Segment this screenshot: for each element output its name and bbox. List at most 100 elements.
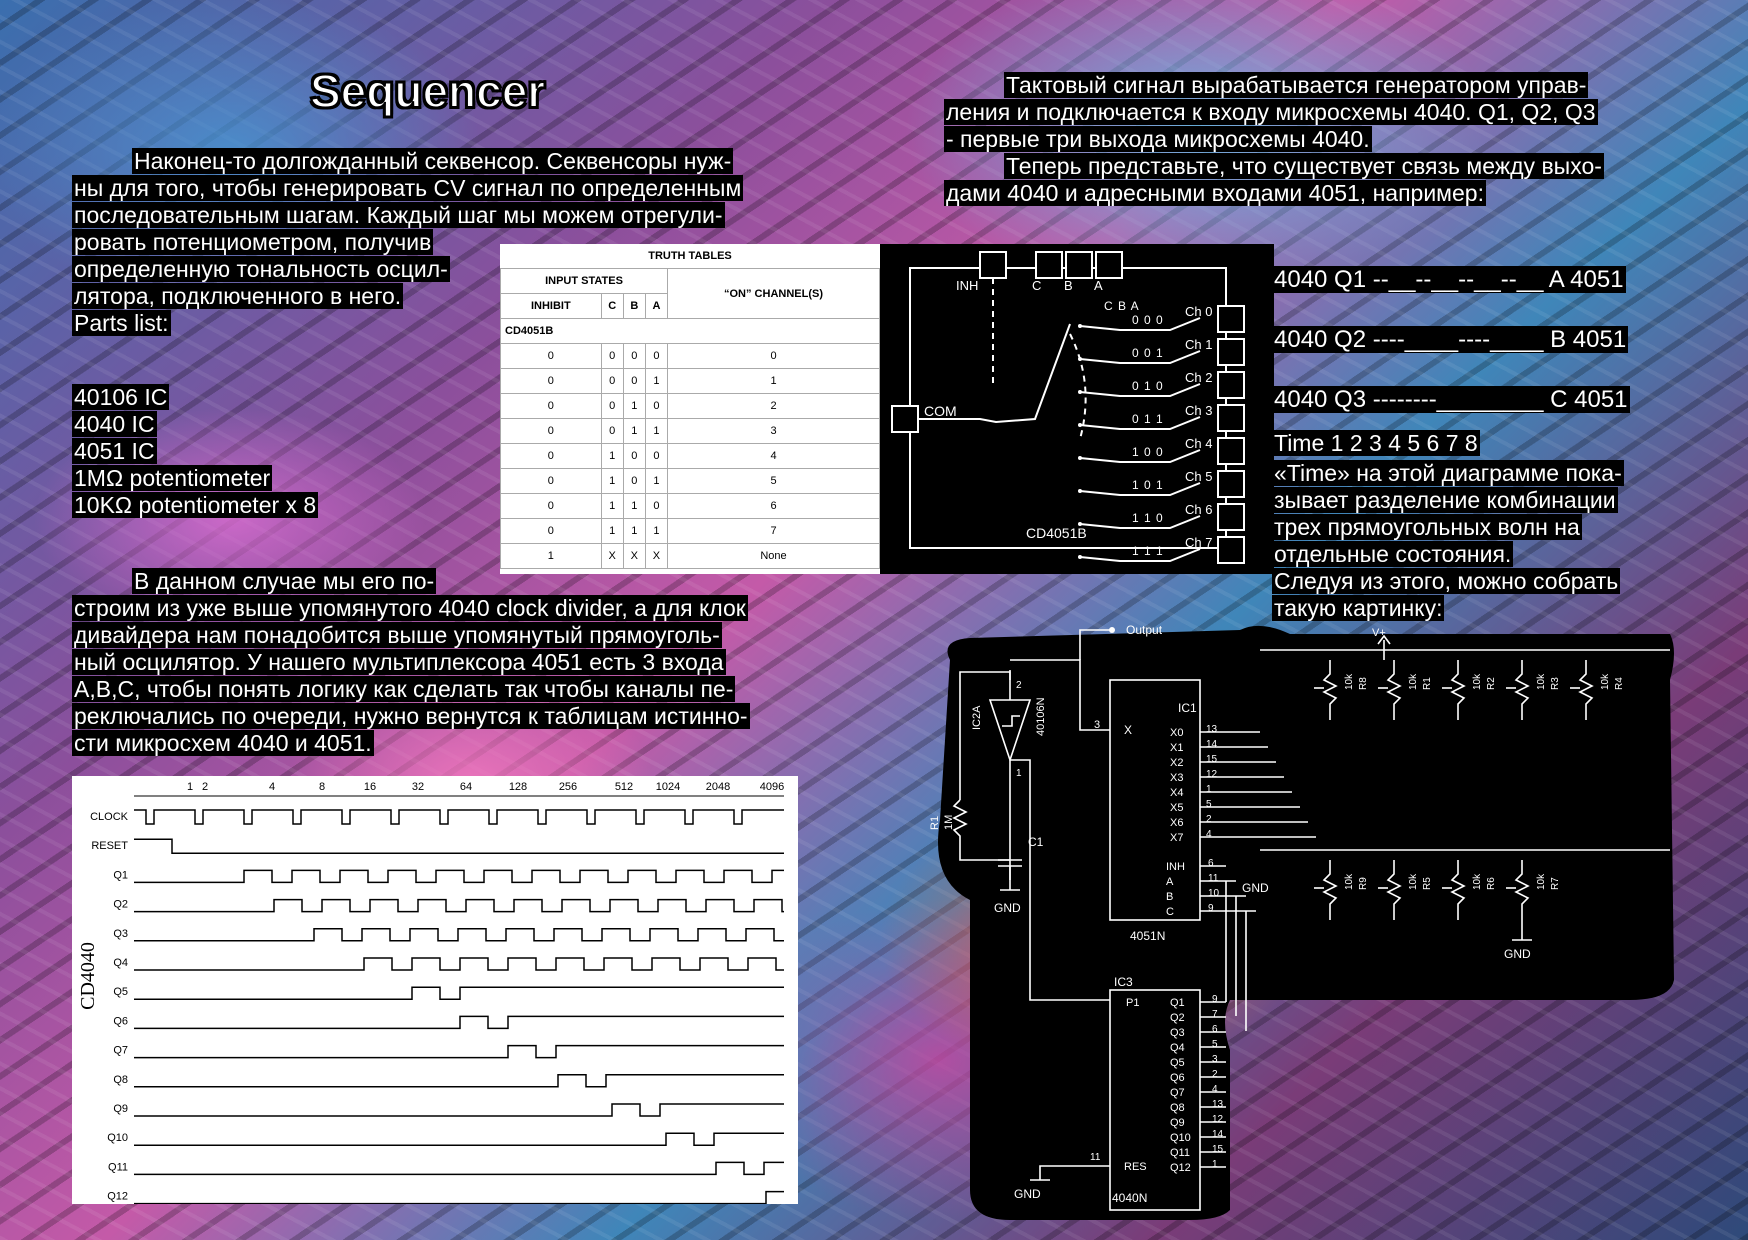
table-cell: 1 [600, 518, 624, 544]
text-line-content: 4040 Q1 --__--__--__--__ A 4051 [1272, 266, 1626, 293]
a-header: A [644, 293, 669, 319]
text-line: ления и подключается к входу микросхемы … [944, 99, 1674, 126]
table-cell: X [600, 543, 624, 569]
inh-label: INH [956, 278, 978, 293]
pot-value: 10k [1344, 873, 1355, 890]
table-cell: 0 [500, 418, 602, 444]
ic3-output-pin: Q8 [1170, 1102, 1185, 1114]
text-line: Теперь представьте, что существует связь… [944, 153, 1674, 180]
table-cell: 0 [644, 343, 669, 369]
ic1-ctrl-num: 11 [1208, 873, 1219, 884]
ic3-output-num: 13 [1212, 1099, 1224, 1110]
signal-label: Q6 [113, 1015, 128, 1027]
ic3-output-num: 2 [1212, 1069, 1218, 1080]
text-line: Следуя из этого, можно собрать [1272, 568, 1692, 595]
truth-table-title: TRUTH TABLES [648, 250, 732, 262]
ic3-output-pin: Q6 [1170, 1072, 1185, 1084]
table-cell: 0 [500, 368, 602, 394]
ic3-output-pin: Q2 [1170, 1012, 1185, 1024]
count-label: 128 [509, 781, 527, 793]
table-cell: X [644, 543, 669, 569]
channel-code: 0 0 0 [1132, 313, 1164, 327]
table-cell: 1 [644, 518, 669, 544]
table-cell: 1 [500, 543, 602, 569]
ic3-output-num: 1 [1212, 1159, 1218, 1170]
signal-label: Q10 [107, 1132, 128, 1144]
count-label: 32 [412, 781, 424, 793]
ic1-ctrl-num: 10 [1208, 888, 1220, 899]
text-line: A,B,C, чтобы понять логику как сделать т… [72, 676, 802, 703]
text-line-content: ны для того, чтобы генерировать CV сигна… [72, 175, 744, 201]
ic3-output-num: 5 [1212, 1039, 1218, 1050]
count-label: 512 [615, 781, 633, 793]
input-states-header: INPUT STATES [499, 268, 669, 294]
table-cell: 0 [600, 393, 624, 419]
text-line: ны для того, чтобы генерировать CV сигна… [72, 175, 798, 202]
ic3-p1: P1 [1126, 997, 1139, 1009]
channel-pin-box [1217, 371, 1245, 399]
channel-label: Ch 7 [1185, 535, 1212, 550]
text-line: дивайдера нам понадобится выше упомянуты… [72, 622, 802, 649]
signal-label: CLOCK [90, 811, 129, 823]
ic2-label: IC2A [971, 705, 983, 730]
text-line-content: Следуя из этого, можно собрать [1272, 568, 1621, 594]
chip-outline [909, 267, 1227, 549]
table-cell: 1 [622, 518, 646, 544]
count-label: 256 [559, 781, 577, 793]
pin-box [1035, 251, 1063, 279]
time-line: Time 1 2 3 4 5 6 7 8 [1272, 430, 1480, 456]
text-line-content: зывает разделение комбинации [1272, 487, 1618, 513]
channel-code: 1 0 0 [1132, 445, 1164, 459]
ic3-output-num: 6 [1212, 1024, 1218, 1035]
text-line-content: ления и подключается к входу микросхемы … [944, 99, 1598, 125]
table-cell: 1 [622, 493, 646, 519]
ic1-output-num: 13 [1206, 724, 1218, 735]
ic1-output-pin: X2 [1170, 757, 1183, 769]
channel-code: 0 0 1 [1132, 346, 1164, 360]
ic1-output-num: 12 [1206, 769, 1218, 780]
ic3-output-num: 12 [1212, 1114, 1224, 1125]
truth-table-chip: CD4051B [500, 318, 880, 344]
b-label: B [1064, 278, 1073, 293]
channel-label: Ch 1 [1185, 337, 1212, 352]
text-line-content: отдельные состояния. [1272, 541, 1514, 567]
truth-table: TRUTH TABLES INPUT STATES “ON” CHANNEL(S… [499, 244, 880, 574]
table-cell: 0 [622, 468, 646, 494]
table-row: 01015 [500, 468, 880, 494]
text-line-content: реключались по очереди, нужно вернутся к… [72, 703, 750, 729]
channel-label: Ch 0 [1185, 304, 1212, 319]
r1-value: 1M [943, 815, 955, 830]
text-line: 4040 Q1 --__--__--__--__ A 4051 [1272, 250, 1672, 310]
ic1-output-pin: X4 [1170, 787, 1183, 799]
signal-waveform [134, 986, 784, 1000]
text-line-content: Теперь представьте, что существует связь… [1004, 153, 1604, 179]
ic3-output-pin: Q1 [1170, 997, 1185, 1009]
text-line-content: дами 4040 и адресными входами 4051, напр… [944, 180, 1486, 206]
count-label: 64 [460, 781, 472, 793]
ic3-output-num: 15 [1212, 1144, 1224, 1155]
ic1-output-pin: X5 [1170, 802, 1183, 814]
clock-description: Тактовый сигнал вырабатывается генератор… [944, 72, 1674, 207]
signal-label: Q1 [113, 869, 128, 881]
pot-value: 10k [1472, 673, 1483, 690]
text-line-content: дивайдера нам понадобится выше упомянуты… [72, 622, 722, 648]
signal-waveform [134, 1190, 784, 1204]
com-pin-box [891, 405, 919, 433]
ic1-gnd-label: GND [1242, 881, 1269, 895]
signal-label: Q9 [113, 1103, 128, 1115]
table-cell: 0 [622, 368, 646, 394]
text-line-content: 4040 Q2 ----____----____ B 4051 [1272, 326, 1629, 353]
signal-label: Q12 [107, 1191, 128, 1203]
pin-box [1065, 251, 1093, 279]
text-line: трех прямоугольных волн на [1272, 514, 1692, 541]
signal-waveform [134, 957, 784, 971]
text-line-content: 4040 IC [72, 411, 157, 437]
ic3-output-pin: Q3 [1170, 1027, 1185, 1039]
text-line: последовательным шагам. Каждый шаг мы мо… [72, 202, 798, 229]
text-line: зывает разделение комбинации [1272, 487, 1692, 514]
signal-label: Q11 [108, 1161, 128, 1173]
signal-waveform [134, 1161, 784, 1176]
text-line: 4040 Q3 --------________ C 4051 [1272, 370, 1672, 430]
table-cell: 1 [600, 493, 624, 519]
sweep-arc [1069, 333, 1087, 440]
